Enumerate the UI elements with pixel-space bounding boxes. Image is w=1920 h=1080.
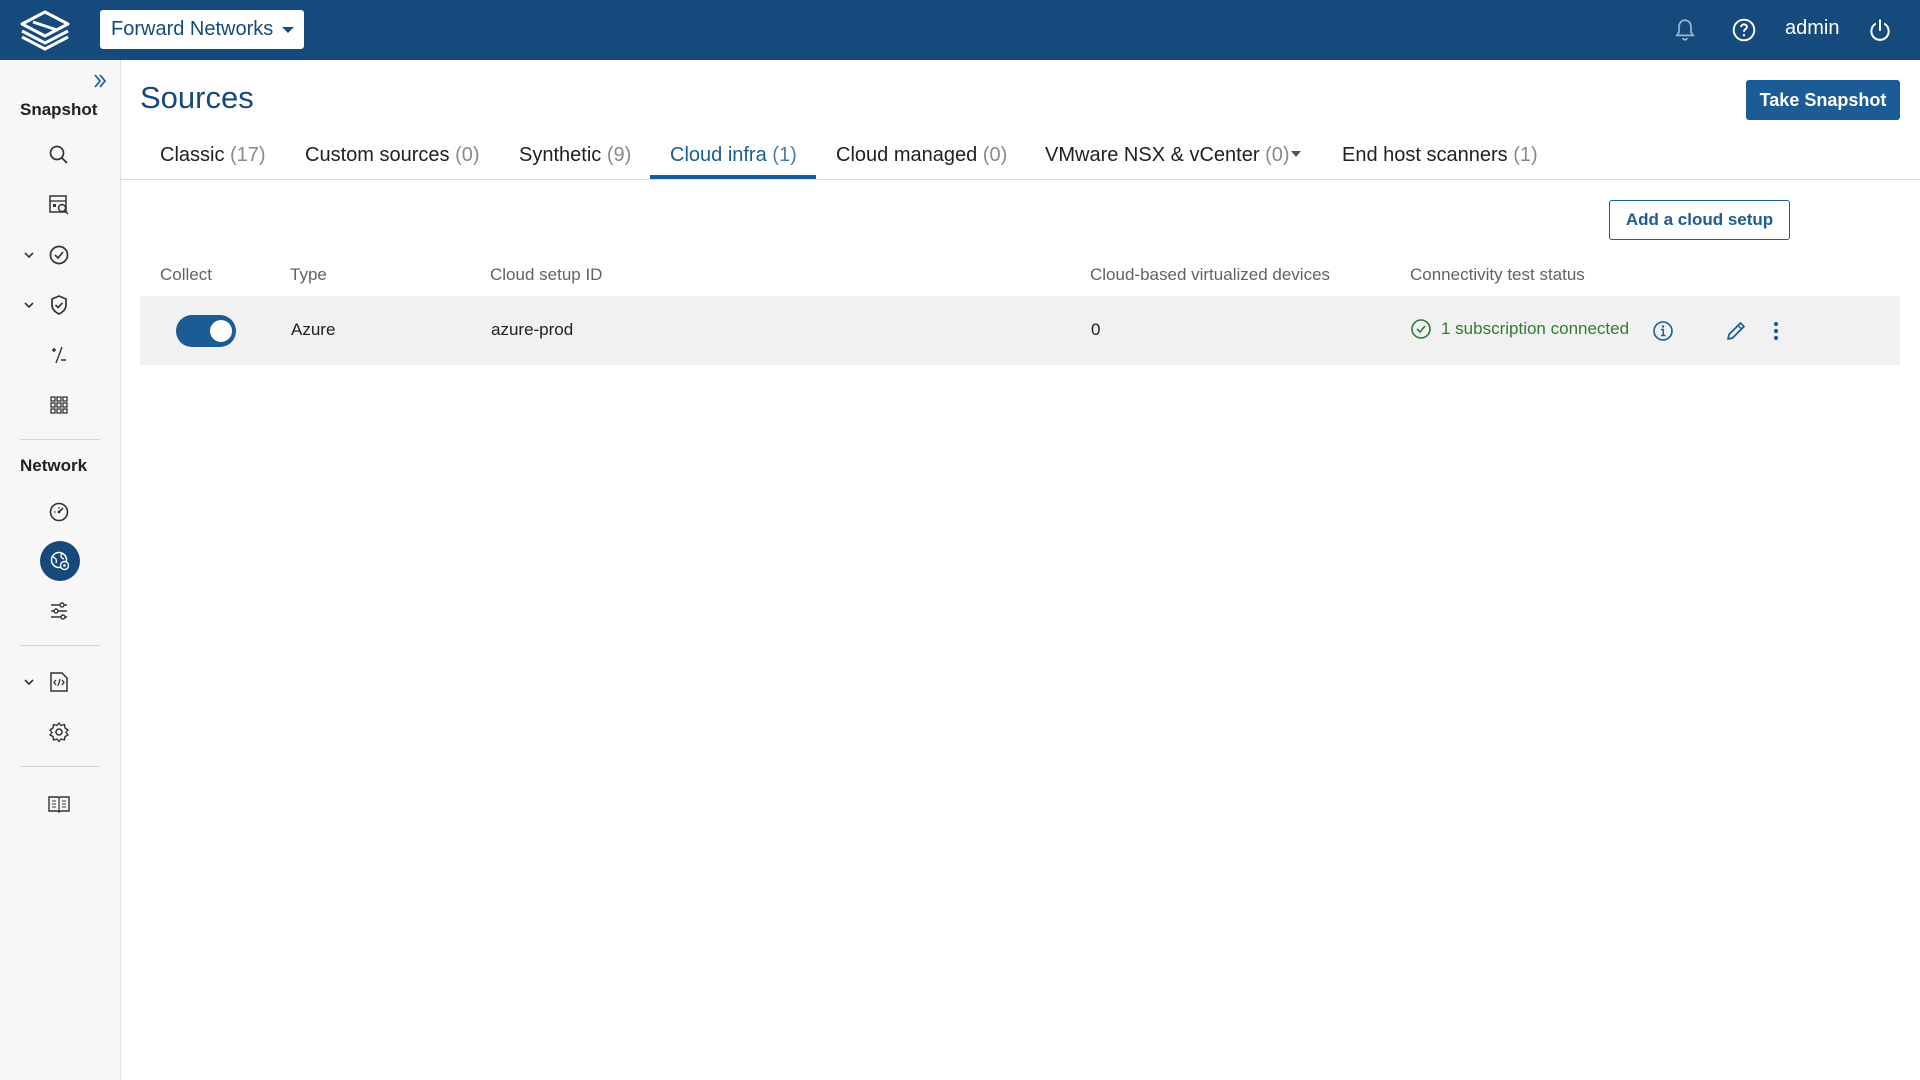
- collect-toggle[interactable]: [176, 315, 236, 347]
- cell-setup-id: azure-prod: [491, 320, 574, 339]
- tab-vmware-nsx-vcenter[interactable]: VMware NSX & vCenter (0): [1045, 136, 1290, 180]
- status-text: 1 subscription connected: [1441, 319, 1630, 338]
- tab-count: (17): [230, 144, 266, 166]
- column-header-virtualized-devices: Cloud-based virtualized devices: [1090, 265, 1331, 284]
- add-cloud-setup-button[interactable]: Add a cloud setup: [1609, 200, 1790, 240]
- active-tab-indicator: [650, 175, 816, 179]
- chevron-down-icon[interactable]: [22, 248, 36, 262]
- double-chevron-right-icon[interactable]: [91, 72, 109, 90]
- dashboard-gauge-icon[interactable]: [46, 499, 72, 525]
- top-bar: Forward Networks admin: [0, 0, 1920, 60]
- apps-grid-icon[interactable]: [46, 392, 72, 418]
- tab-cloud-managed[interactable]: Cloud managed (0): [836, 136, 1007, 180]
- tab-synthetic[interactable]: Synthetic (9): [519, 136, 631, 180]
- docs-book-icon[interactable]: [46, 791, 72, 817]
- snapshot-devices-icon[interactable]: [46, 192, 72, 218]
- user-menu[interactable]: admin: [1785, 17, 1839, 40]
- sidebar-divider: [20, 439, 100, 440]
- tab-count: (0): [455, 144, 480, 166]
- column-header-collect: Collect: [160, 265, 212, 284]
- tab-label: Cloud infra: [670, 144, 767, 166]
- search-icon[interactable]: [46, 142, 72, 168]
- settings-gear-icon[interactable]: [46, 719, 72, 745]
- tab-label: Custom sources: [305, 144, 450, 166]
- tab-count: (1): [1513, 144, 1538, 166]
- connectivity-status: 1 subscription connected: [1410, 318, 1629, 340]
- organization-select[interactable]: Forward Networks: [100, 10, 304, 49]
- snapshot-heading: Snapshot: [20, 100, 98, 119]
- edit-pencil-icon[interactable]: [1723, 318, 1749, 344]
- filters-sliders-icon[interactable]: [46, 598, 72, 624]
- bell-icon[interactable]: [1672, 17, 1698, 43]
- sidebar-item-sources[interactable]: [40, 541, 80, 581]
- network-heading: Network: [20, 456, 88, 475]
- page-title: Sources: [140, 80, 254, 115]
- tab-label: VMware NSX & vCenter: [1045, 144, 1260, 166]
- plus-minus-icon[interactable]: [46, 342, 72, 368]
- column-header-cloud-setup-id: Cloud setup ID: [490, 265, 603, 284]
- source-tabs: Classic (17) Custom sources (0) Syntheti…: [121, 136, 1920, 180]
- more-vertical-icon[interactable]: [1763, 318, 1789, 344]
- organization-name: Forward Networks: [111, 18, 274, 40]
- code-file-icon[interactable]: [46, 669, 72, 695]
- toggle-knob: [210, 320, 232, 342]
- chevron-down-icon[interactable]: [22, 298, 36, 312]
- shield-icon[interactable]: [46, 292, 72, 318]
- verify-check-icon[interactable]: [46, 242, 72, 268]
- cell-type: Azure: [291, 320, 336, 339]
- tab-count: (0): [1265, 144, 1290, 166]
- column-header-connectivity-status: Connectivity test status: [1410, 265, 1585, 284]
- chevron-down-icon[interactable]: [22, 675, 36, 689]
- tab-custom-sources[interactable]: Custom sources (0): [305, 136, 480, 180]
- sidebar-divider: [20, 645, 100, 646]
- column-header-type: Type: [290, 265, 327, 284]
- tab-cloud-infra[interactable]: Cloud infra (1): [670, 136, 797, 180]
- tab-count: (1): [772, 144, 797, 166]
- check-circle-icon: [1411, 319, 1431, 339]
- tab-classic[interactable]: Classic (17): [160, 136, 266, 180]
- info-icon[interactable]: [1650, 318, 1676, 344]
- tab-end-host-scanners[interactable]: End host scanners (1): [1342, 136, 1538, 180]
- sidebar: Snapshot Network: [0, 60, 121, 1080]
- tab-count: (9): [606, 144, 632, 166]
- tab-label: Synthetic: [519, 144, 602, 166]
- tab-label: Cloud managed: [836, 144, 978, 166]
- power-icon[interactable]: [1867, 17, 1893, 43]
- sources-globe-icon: [50, 551, 70, 571]
- cell-devices: 0: [1091, 320, 1101, 339]
- sidebar-divider: [20, 766, 100, 767]
- take-snapshot-button[interactable]: Take Snapshot: [1746, 80, 1900, 120]
- logo-icon[interactable]: [18, 9, 72, 51]
- tab-count: (0): [982, 144, 1008, 166]
- chevron-down-icon: [282, 27, 294, 33]
- chevron-down-icon[interactable]: [1291, 151, 1301, 157]
- help-icon[interactable]: [1731, 17, 1757, 43]
- tab-label: End host scanners: [1342, 144, 1508, 166]
- table-row[interactable]: Azure azure-prod 0 1 subscription connec…: [140, 296, 1900, 365]
- tab-label: Classic: [160, 144, 225, 166]
